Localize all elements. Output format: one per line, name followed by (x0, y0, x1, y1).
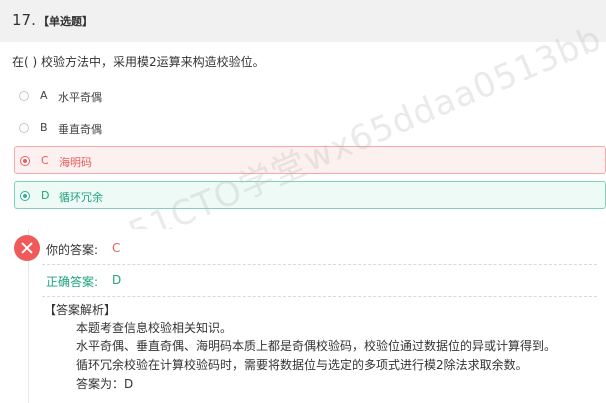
radio-selected-icon[interactable] (20, 156, 30, 166)
analysis-line: 循环冗余校验在计算校验码时，需要将数据位与选定的多项式进行模2除法求取余数。 (76, 358, 528, 372)
option-letter: A (40, 89, 48, 102)
option-text: 水平奇偶 (58, 91, 102, 104)
option-letter: D (41, 189, 50, 202)
correct-answer-value: D (112, 273, 122, 287)
radio-selected-icon[interactable] (20, 191, 30, 201)
question-number: 17. (12, 11, 36, 29)
divider (42, 296, 597, 297)
option-d[interactable]: D 循环冗余 (14, 181, 606, 209)
option-letter: C (41, 154, 49, 167)
option-letter: B (40, 121, 48, 134)
your-answer-value: C (112, 241, 121, 255)
correct-answer-label: 正确答案: (46, 275, 99, 289)
analysis-title: 【答案解析】 (44, 303, 117, 317)
option-text: 垂直奇偶 (58, 123, 102, 136)
radio-icon[interactable] (19, 123, 29, 133)
option-text: 循环冗余 (59, 191, 103, 204)
radio-icon[interactable] (19, 91, 29, 101)
question-stem: 在( ) 校验方法中，采用模2运算来构造校验位。 (12, 55, 265, 69)
analysis-line: 水平奇偶、垂直奇偶、海明码本质上都是奇偶校验码，校验位通过数据位的异或计算得到。 (76, 339, 557, 353)
question-type: 【单选题】 (38, 15, 93, 28)
analysis-line: 答案为：D (76, 377, 134, 391)
option-text: 海明码 (59, 156, 92, 169)
divider (42, 264, 597, 265)
analysis-line: 本题考查信息校验相关知识。 (76, 321, 233, 335)
your-answer-label: 你的答案: (46, 243, 99, 257)
close-icon (14, 235, 40, 261)
question-header: 17. 【单选题】 (0, 0, 606, 42)
